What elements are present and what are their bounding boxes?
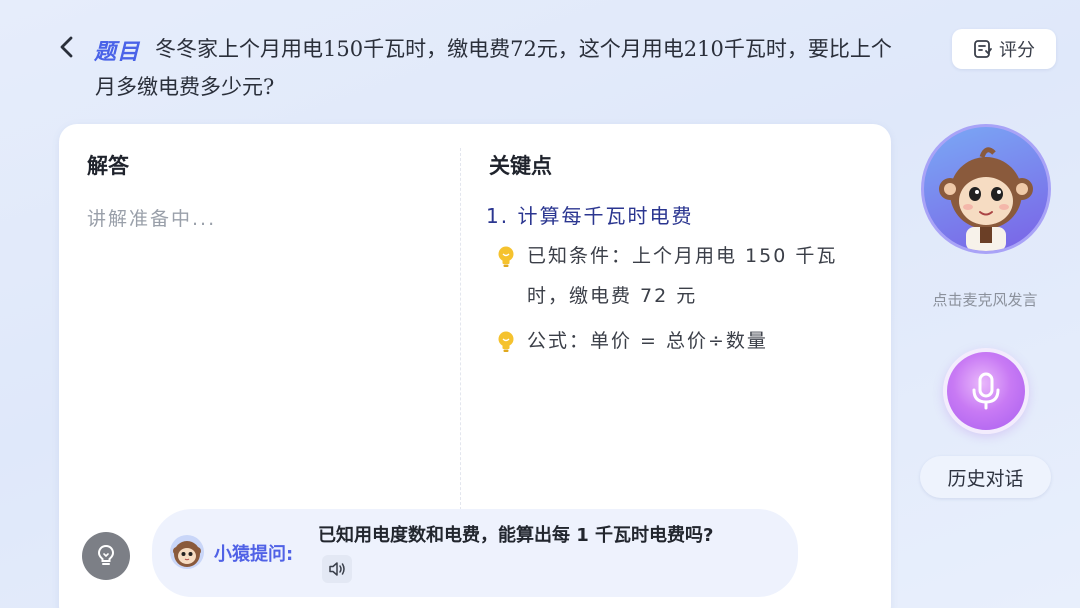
chevron-left-icon bbox=[60, 36, 73, 58]
rate-label: 评分 bbox=[999, 40, 1035, 61]
rate-button[interactable]: 评分 bbox=[952, 29, 1056, 69]
sound-button[interactable] bbox=[322, 555, 352, 583]
speaker-icon bbox=[329, 562, 345, 576]
lightbulb-icon bbox=[498, 331, 514, 352]
monkey-tutor-avatar[interactable] bbox=[921, 124, 1051, 254]
back-button[interactable] bbox=[56, 34, 78, 60]
monkey-avatar-small bbox=[170, 535, 204, 569]
column-divider bbox=[460, 148, 461, 520]
microphone-icon bbox=[972, 372, 1000, 410]
hint-button[interactable] bbox=[82, 532, 130, 580]
question-tag: 题目 bbox=[94, 40, 141, 65]
question-header: 冬冬家上个月用电150千瓦时，缴电费72元，这个月用电210千瓦时，要比上个月多… bbox=[0, 0, 1080, 120]
lightbulb-outline-icon bbox=[97, 544, 115, 565]
key-point-item: 已知条件：上个月用电 150 千瓦时，缴电费 72 元 bbox=[495, 236, 865, 316]
ask-text: 已知用电度数和电费，能算出每 1 千瓦时电费吗? bbox=[318, 525, 714, 546]
answer-placeholder: 讲解准备中... bbox=[87, 208, 217, 230]
lightbulb-icon bbox=[498, 246, 514, 267]
history-button[interactable]: 历史对话 bbox=[920, 456, 1051, 498]
question-text: 冬冬家上个月用电150千瓦时，缴电费72元，这个月用电210千瓦时，要比上个月多… bbox=[95, 37, 892, 99]
key-point-text: 公式：单价 = 总价÷数量 bbox=[527, 330, 768, 352]
key-point-heading: 1. 计算每千瓦时电费 bbox=[486, 204, 694, 228]
key-point-text: 已知条件：上个月用电 150 千瓦时，缴电费 72 元 bbox=[527, 245, 838, 307]
microphone-button[interactable] bbox=[943, 348, 1029, 434]
history-label: 历史对话 bbox=[947, 467, 1024, 490]
key-point-item: 公式：单价 = 总价÷数量 bbox=[495, 321, 865, 361]
answer-title: 解答 bbox=[81, 150, 133, 184]
rating-icon bbox=[974, 40, 992, 58]
ask-label: 小猿提问: bbox=[214, 544, 294, 565]
mic-hint: 点击麦克风发言 bbox=[932, 291, 1038, 309]
ask-bubble: 小猿提问: 已知用电度数和电费，能算出每 1 千瓦时电费吗? bbox=[152, 509, 798, 597]
key-points-title: 关键点 bbox=[483, 150, 571, 184]
